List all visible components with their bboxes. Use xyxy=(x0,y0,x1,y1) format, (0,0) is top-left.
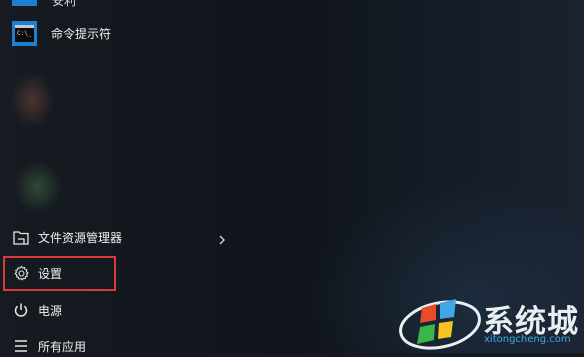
power-icon xyxy=(12,301,30,319)
partial-app-tile[interactable] xyxy=(12,0,37,6)
chevron-right-icon[interactable] xyxy=(218,231,226,250)
menu-item-label: 所有应用 xyxy=(38,339,87,354)
windows-logo-icon xyxy=(399,299,481,350)
command-prompt-icon: C:\_ xyxy=(12,21,37,46)
watermark-url: xitongcheng.com xyxy=(484,334,571,345)
menu-item-power[interactable]: 电源 xyxy=(0,299,62,321)
app-label: 命令提示符 xyxy=(51,27,112,41)
menu-item-label: 文件资源管理器 xyxy=(38,230,123,245)
all-apps-icon xyxy=(12,337,30,355)
file-explorer-icon xyxy=(12,228,30,246)
app-command-prompt[interactable]: C:\_ 命令提示符 xyxy=(0,20,111,47)
menu-item-all-apps[interactable]: 所有应用 xyxy=(0,335,86,357)
menu-item-label: 电源 xyxy=(38,303,63,318)
partial-app-label[interactable]: 安利 xyxy=(52,0,76,9)
settings-highlight-box xyxy=(3,256,116,291)
watermark: 系统城 xitongcheng.com xyxy=(392,292,582,353)
menu-item-file-explorer[interactable]: 文件资源管理器 xyxy=(0,227,122,247)
